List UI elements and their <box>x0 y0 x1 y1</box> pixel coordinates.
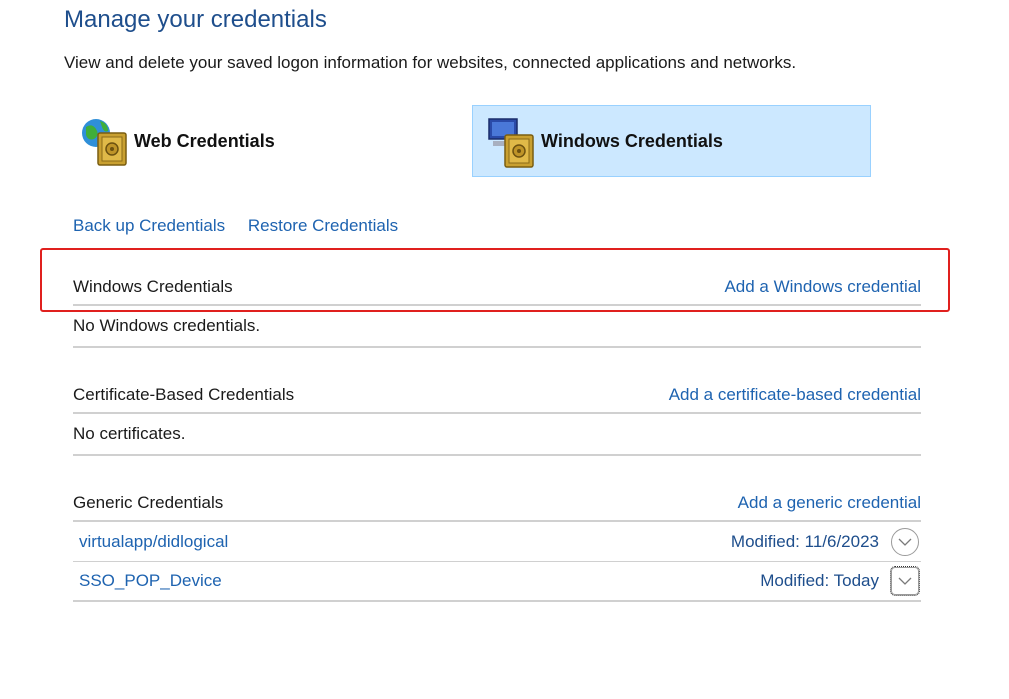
section-title: Generic Credentials <box>73 493 224 512</box>
credential-name[interactable]: virtualapp/didlogical <box>79 532 228 552</box>
backup-credentials-link[interactable]: Back up Credentials <box>73 216 225 235</box>
add-generic-credential-link[interactable]: Add a generic credential <box>738 493 921 513</box>
chevron-down-icon <box>898 538 912 546</box>
backup-restore-links: Back up Credentials Restore Credentials <box>73 216 416 236</box>
list-item[interactable]: virtualapp/didlogical Modified: 11/6/202… <box>73 522 921 562</box>
empty-message: No Windows credentials. <box>73 306 921 348</box>
generic-credential-list: virtualapp/didlogical Modified: 11/6/202… <box>73 522 921 602</box>
windows-credentials-section: Windows Credentials Add a Windows creden… <box>73 270 921 348</box>
modified-date: Modified: Today <box>760 571 879 590</box>
chevron-down-icon <box>898 577 912 585</box>
tab-web-credentials-label: Web Credentials <box>134 130 275 151</box>
add-certificate-credential-link[interactable]: Add a certificate-based credential <box>669 385 921 405</box>
restore-credentials-link[interactable]: Restore Credentials <box>248 216 398 235</box>
section-title: Windows Credentials <box>73 277 233 296</box>
certificate-credentials-section: Certificate-Based Credentials Add a cert… <box>73 378 921 456</box>
tab-windows-credentials[interactable]: Windows Credentials <box>472 105 871 177</box>
computer-vault-icon <box>488 118 534 168</box>
tab-windows-credentials-label: Windows Credentials <box>541 130 723 151</box>
section-header: Certificate-Based Credentials Add a cert… <box>73 378 921 414</box>
section-title: Certificate-Based Credentials <box>73 385 295 404</box>
page-description: View and delete your saved logon informa… <box>64 53 797 72</box>
add-windows-credential-link[interactable]: Add a Windows credential <box>724 277 921 297</box>
generic-credentials-section: Generic Credentials Add a generic creden… <box>73 486 921 602</box>
empty-message: No certificates. <box>73 414 921 456</box>
page-title: Manage your credentials <box>64 6 327 33</box>
section-header: Windows Credentials Add a Windows creden… <box>73 270 921 306</box>
expand-button[interactable] <box>890 566 920 596</box>
expand-button[interactable] <box>891 527 919 556</box>
credential-name[interactable]: SSO_POP_Device <box>79 571 222 591</box>
globe-vault-icon <box>82 119 127 166</box>
modified-date: Modified: 11/6/2023 <box>730 531 879 551</box>
section-header: Generic Credentials Add a generic creden… <box>73 486 921 522</box>
tab-web-credentials[interactable]: Web Credentials <box>80 105 460 177</box>
list-item[interactable]: SSO_POP_Device Modified: Today <box>73 562 921 602</box>
